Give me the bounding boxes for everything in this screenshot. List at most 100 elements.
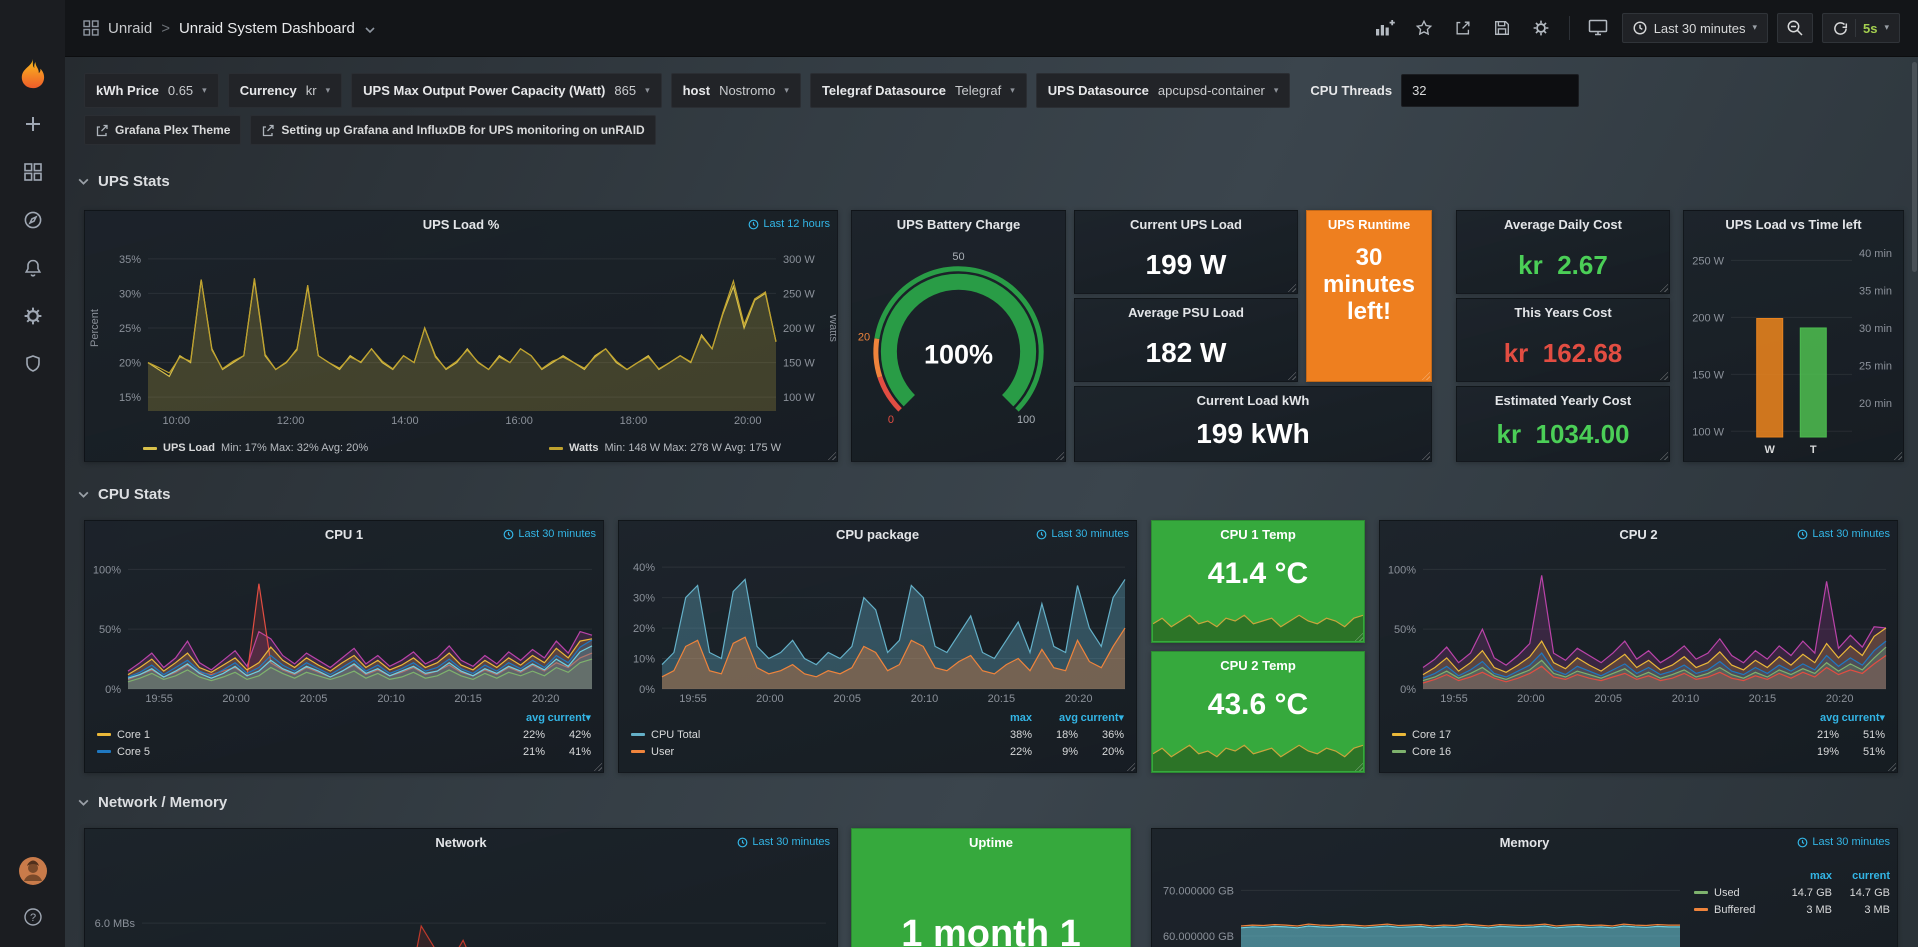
panel-time-override[interactable]: Last 30 minutes <box>1797 521 1890 547</box>
ups-load-chart[interactable]: 35%30%25%20%15%300 W250 W200 W150 W100 W… <box>86 237 836 427</box>
save-button[interactable] <box>1487 13 1517 43</box>
refresh-icon[interactable] <box>1833 21 1848 36</box>
panel-this-years-cost: This Years Cost kr 162.68 <box>1456 298 1670 382</box>
variable-currency[interactable]: Currency kr ▾ <box>228 73 342 108</box>
memory-chart[interactable]: 70.000000 GB60.000000 GB50.000000 GB19:5… <box>1153 855 1688 947</box>
sidebar-dashboards-button[interactable] <box>13 152 53 192</box>
panel-header[interactable]: CPU 2 Temp <box>1152 652 1364 678</box>
panel-time-override[interactable]: Last 30 minutes <box>503 521 596 547</box>
user-avatar[interactable] <box>13 851 53 891</box>
panel-header[interactable]: UPS Load vs Time left <box>1684 211 1903 237</box>
panel-header[interactable]: Average Daily Cost <box>1457 211 1669 237</box>
add-panel-button[interactable] <box>1370 13 1400 43</box>
panel-header[interactable]: CPU 1 Temp <box>1152 521 1364 547</box>
svg-text:30 min: 30 min <box>1859 323 1892 335</box>
panel-time-override[interactable]: Last 30 minutes <box>1797 829 1890 855</box>
row-header-cpu-stats[interactable]: CPU Stats <box>77 486 171 503</box>
svg-text:20:15: 20:15 <box>1749 693 1777 705</box>
panel-header[interactable]: Network Last 30 minutes <box>85 829 837 855</box>
cpu-package-chart[interactable]: 40%30%20%10%0%19:5520:0020:0520:1020:152… <box>620 547 1135 705</box>
help-icon[interactable]: ? <box>13 897 53 937</box>
panel-title: UPS Load vs Time left <box>1725 217 1861 232</box>
row-header-network-memory[interactable]: Network / Memory <box>77 794 227 811</box>
page-scrollbar[interactable] <box>1912 62 1917 272</box>
svg-text:20:20: 20:20 <box>532 693 560 705</box>
series-name[interactable]: UPS Load <box>163 442 215 454</box>
series-name: Core 1 <box>117 729 150 741</box>
panel-header[interactable]: CPU 2 Last 30 minutes <box>1380 521 1897 547</box>
svg-text:60.000000 GB: 60.000000 GB <box>1163 931 1234 943</box>
variable-ups-max-output[interactable]: UPS Max Output Power Capacity (Watt) 865… <box>351 73 661 108</box>
sidebar-create-button[interactable] <box>13 104 53 144</box>
svg-text:20:00: 20:00 <box>222 693 250 705</box>
ups-bars-chart[interactable]: 250 W200 W150 W100 W40 min35 min30 min25… <box>1685 237 1902 459</box>
series-color-swatch <box>631 750 645 753</box>
svg-text:20:00: 20:00 <box>756 693 784 705</box>
panel-average-psu-load: Average PSU Load 182 W <box>1074 298 1298 382</box>
panel-time-override[interactable]: Last 30 minutes <box>1036 521 1129 547</box>
legend-header: max current <box>1688 867 1896 884</box>
svg-text:0%: 0% <box>1400 684 1416 696</box>
panel-time-override[interactable]: Last 12 hours <box>748 211 830 237</box>
variable-kwh-price[interactable]: kWh Price 0.65 ▾ <box>84 73 219 108</box>
sidebar-bottom: ? <box>13 795 53 947</box>
panel-header[interactable]: Average PSU Load <box>1075 299 1297 325</box>
panel-header[interactable]: UPS Runtime <box>1307 211 1431 237</box>
panel-time-override[interactable]: Last 30 minutes <box>737 829 830 855</box>
panel-title: Network <box>435 835 486 850</box>
row-header-ups-stats[interactable]: UPS Stats <box>77 173 170 190</box>
battery-gauge[interactable]: 02050100100% <box>853 237 1064 449</box>
panel-header[interactable]: Current UPS Load <box>1075 211 1297 237</box>
refresh-picker[interactable]: 5s ▾ <box>1822 13 1900 43</box>
chevron-down-icon[interactable] <box>364 24 376 36</box>
svg-text:0%: 0% <box>105 684 121 696</box>
panel-header[interactable]: UPS Load % Last 12 hours <box>85 211 837 237</box>
variable-ups-datasource[interactable]: UPS Datasource apcupsd-container ▾ <box>1036 73 1291 108</box>
sidebar-explore-button[interactable] <box>13 200 53 240</box>
zoom-out-button[interactable] <box>1777 13 1813 43</box>
svg-text:20:00: 20:00 <box>1517 693 1545 705</box>
panel-title: Current Load kWh <box>1197 393 1310 408</box>
refresh-divider <box>1855 19 1856 37</box>
panel-header[interactable]: Estimated Yearly Cost <box>1457 387 1669 413</box>
panel-header[interactable]: Memory Last 30 minutes <box>1152 829 1897 855</box>
series-name[interactable]: Watts <box>569 442 599 454</box>
time-range-picker[interactable]: Last 30 minutes ▾ <box>1622 13 1768 43</box>
dashboard-settings-button[interactable] <box>1526 13 1556 43</box>
variable-telegraf-datasource[interactable]: Telegraf Datasource Telegraf ▾ <box>810 73 1027 108</box>
grafana-logo-icon[interactable] <box>13 56 53 96</box>
stat-value: 199 W <box>1075 241 1297 289</box>
panel-title: This Years Cost <box>1514 305 1611 320</box>
panel-header[interactable]: Uptime <box>852 829 1130 855</box>
sidebar-server-admin-button[interactable] <box>13 344 53 384</box>
variable-host[interactable]: host Nostromo ▾ <box>671 73 801 108</box>
dashboard-content: kWh Price 0.65 ▾ Currency kr ▾ UPS Max O… <box>65 57 1918 947</box>
svg-text:150 W: 150 W <box>1692 369 1724 381</box>
sidebar-configuration-button[interactable] <box>13 296 53 336</box>
breadcrumb-folder[interactable]: Unraid <box>108 20 152 37</box>
panel-header[interactable]: UPS Battery Charge <box>852 211 1065 237</box>
stat-value: kr 2.67 <box>1457 241 1669 289</box>
svg-text:14:00: 14:00 <box>391 415 419 427</box>
stat-value: 182 W <box>1075 329 1297 377</box>
cpu-threads-input[interactable] <box>1401 74 1579 107</box>
caret-down-icon: ▾ <box>1752 23 1757 33</box>
panel-header[interactable]: Current Load kWh <box>1075 387 1431 413</box>
svg-text:20:20: 20:20 <box>1826 693 1854 705</box>
cpu1-chart[interactable]: 100%50%0%19:5520:0020:0520:1020:1520:20 <box>86 547 602 705</box>
link-ups-monitoring-guide[interactable]: Setting up Grafana and InfluxDB for UPS … <box>250 115 655 145</box>
cpu2-chart[interactable]: 100%50%0%19:5520:0020:0520:1020:1520:20 <box>1381 547 1896 705</box>
panel-header[interactable]: CPU package Last 30 minutes <box>619 521 1136 547</box>
sidebar-alerting-button[interactable] <box>13 248 53 288</box>
cycle-view-button[interactable] <box>1583 13 1613 43</box>
panel-header[interactable]: This Years Cost <box>1457 299 1669 325</box>
share-button[interactable] <box>1448 13 1478 43</box>
link-grafana-plex-theme[interactable]: Grafana Plex Theme <box>84 115 241 145</box>
star-button[interactable] <box>1409 13 1439 43</box>
panel-header[interactable]: CPU 1 Last 30 minutes <box>85 521 603 547</box>
svg-text:12:00: 12:00 <box>277 415 305 427</box>
breadcrumb-dashboard-title[interactable]: Unraid System Dashboard <box>179 20 355 37</box>
series-stats: Min: 17% Max: 32% Avg: 20% <box>221 442 368 454</box>
network-chart[interactable]: 6.0 MBs4.0 MBs2.0 MBs19:5520:0020:0520:1… <box>86 855 836 947</box>
series-stats: Min: 148 W Max: 278 W Avg: 175 W <box>605 442 781 454</box>
